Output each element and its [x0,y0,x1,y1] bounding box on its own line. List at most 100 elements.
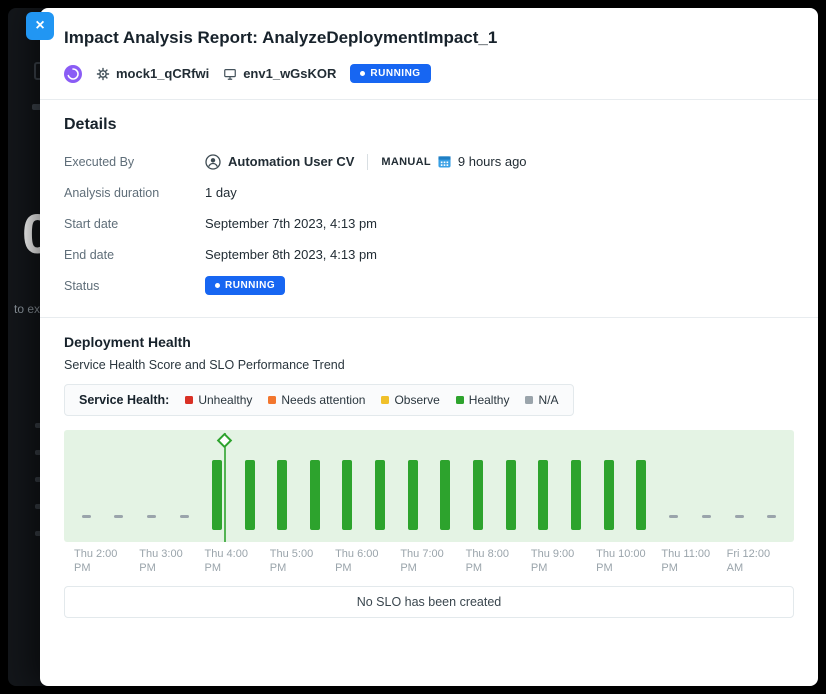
legend-swatch-icon [268,396,276,404]
status-badge-label: RUNNING [225,280,275,291]
chart-point[interactable] [266,430,299,542]
x-axis-label: Thu 9:00PM [527,547,592,576]
detail-value: 1 day [205,185,237,200]
chart-point[interactable] [429,430,462,542]
x-axis-label: Thu 10:00PM [592,547,657,576]
chart-point[interactable] [592,430,625,542]
calendar-icon [438,155,451,168]
healthy-bar [212,460,222,530]
detail-row-start-date: Start date September 7th 2023, 4:13 pm [64,208,794,239]
legend-label: N/A [538,393,558,407]
healthy-bar [375,460,385,530]
healthy-bar [506,460,516,530]
impact-analysis-modal: Impact Analysis Report: AnalyzeDeploymen… [40,8,818,686]
chart-plot [64,430,794,542]
chart-point[interactable] [625,430,658,542]
chart-point[interactable] [755,430,788,542]
environment-icon [223,67,237,81]
status-badge-label: RUNNING [370,68,420,79]
x-axis-label: Thu 5:00PM [266,547,331,576]
deployment-health-heading: Deployment Health [64,334,794,350]
na-dash [767,515,776,518]
legend-item: Observe [381,393,439,407]
chart-point[interactable] [723,430,756,542]
chart-point[interactable] [462,430,495,542]
service-avatar-icon [64,65,82,83]
x-axis-label: Thu 2:00PM [70,547,135,576]
chart-point[interactable] [70,430,103,542]
executed-by-user: Automation User CV [228,154,354,169]
healthy-bar [408,460,418,530]
chart-point[interactable] [135,430,168,542]
close-button[interactable]: × [26,12,54,40]
healthy-bar [342,460,352,530]
x-axis-label: Fri 12:00AM [723,547,788,576]
detail-label: Executed By [64,155,205,169]
healthy-bar [277,460,287,530]
legend-item: Unhealthy [185,393,252,407]
na-dash [669,515,678,518]
environment-meta: env1_wGsKOR [223,66,336,81]
legend-label: Healthy [469,393,510,407]
detail-value: RUNNING [205,276,285,295]
detail-row-status: Status RUNNING [64,270,794,301]
healthy-bar [604,460,614,530]
detail-label: Analysis duration [64,186,205,200]
running-dot-icon [360,71,365,76]
workflow-meta: mock1_qCRfwi [96,66,209,81]
environment-name: env1_wGsKOR [243,66,336,81]
deployment-health-section: Deployment Health Service Health Score a… [40,318,818,634]
status-badge: RUNNING [350,64,430,83]
healthy-bar [245,460,255,530]
detail-row-executed-by: Executed By Automation User CV MANUAL 9 … [64,146,794,177]
x-axis-label: Thu 6:00PM [331,547,396,576]
no-slo-banner: No SLO has been created [64,586,794,618]
healthy-bar [538,460,548,530]
chart-point[interactable] [560,430,593,542]
status-badge: RUNNING [205,276,285,295]
x-axis-label: Thu 4:00PM [201,547,266,576]
gear-icon [96,67,110,81]
meta-row: mock1_qCRfwi env1_wGsKOR RUNNING [64,64,794,83]
na-dash [180,515,189,518]
x-axis-label: Thu 11:00PM [657,547,722,576]
chart-subtitle: Service Health Score and SLO Performance… [64,358,794,372]
na-dash [147,515,156,518]
screen: 0 to exp × Impact Analysis Report: Analy… [0,0,826,694]
chart-point[interactable] [298,430,331,542]
legend-label: Observe [394,393,439,407]
chart-point[interactable] [396,430,429,542]
running-dot-icon [215,283,220,288]
legend-item: N/A [525,393,558,407]
chart-point[interactable] [658,430,691,542]
legend-label: Needs attention [281,393,365,407]
executed-time: 9 hours ago [458,154,527,169]
legend-swatch-icon [456,396,464,404]
legend-item: Needs attention [268,393,365,407]
detail-value: Automation User CV MANUAL 9 hours ago [205,154,527,170]
chart-point[interactable] [103,430,136,542]
healthy-bar [440,460,450,530]
deployment-marker-line [224,433,226,542]
x-axis-label: Thu 3:00PM [135,547,200,576]
legend-swatch-icon [185,396,193,404]
health-trend-chart: Thu 2:00PMThu 3:00PMThu 4:00PMThu 5:00PM… [64,430,794,576]
workflow-name: mock1_qCRfwi [116,66,209,81]
legend-swatch-icon [381,396,389,404]
na-dash [702,515,711,518]
chart-point[interactable] [364,430,397,542]
detail-label: End date [64,248,205,262]
legend-title: Service Health: [79,393,169,407]
chart-point[interactable] [168,430,201,542]
legend-label: Unhealthy [198,393,252,407]
chart-point[interactable] [527,430,560,542]
x-axis-label: Thu 7:00PM [396,547,461,576]
chart-point[interactable] [494,430,527,542]
chart-point[interactable] [331,430,364,542]
chart-point[interactable] [690,430,723,542]
x-axis-label: Thu 8:00PM [462,547,527,576]
healthy-bar [636,460,646,530]
detail-row-end-date: End date September 8th 2023, 4:13 pm [64,239,794,270]
chart-point[interactable] [201,430,234,542]
chart-point[interactable] [233,430,266,542]
